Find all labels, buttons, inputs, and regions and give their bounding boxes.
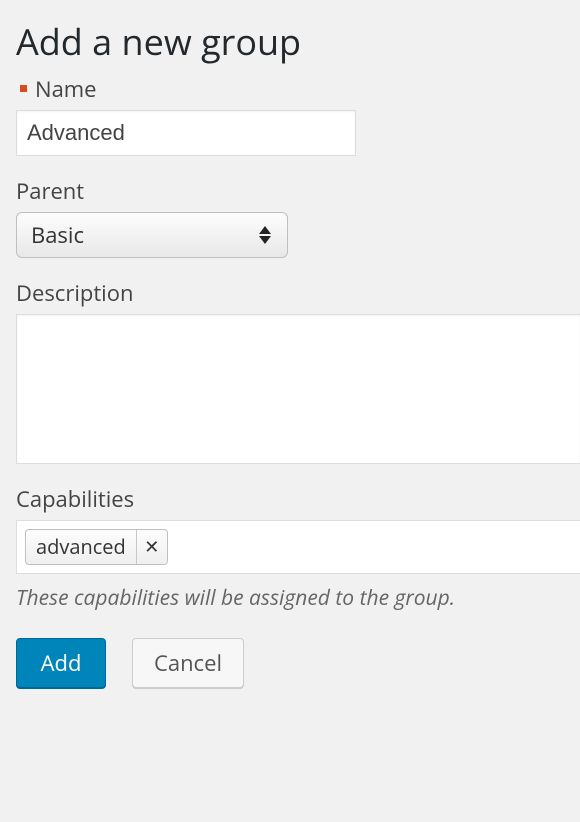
capability-chip-label: advanced <box>26 530 137 564</box>
page-title: Add a new group <box>16 22 564 62</box>
parent-select[interactable]: Basic <box>16 212 288 258</box>
field-parent: Parent Basic <box>16 176 564 258</box>
capability-chip: advanced ✕ <box>25 529 168 565</box>
remove-chip-icon[interactable]: ✕ <box>137 530 167 564</box>
name-label: Name <box>35 74 97 104</box>
field-name: Name <box>16 74 564 156</box>
capabilities-input[interactable]: advanced ✕ <box>16 520 580 574</box>
form-actions: Add Cancel <box>16 638 564 688</box>
cancel-button[interactable]: Cancel <box>132 638 244 688</box>
parent-selected-value: Basic <box>31 220 84 250</box>
name-label-row: Name <box>16 74 564 104</box>
field-description: Description <box>16 278 564 464</box>
capabilities-label: Capabilities <box>16 484 564 514</box>
select-stepper-icon <box>259 226 271 244</box>
description-label: Description <box>16 278 564 308</box>
capabilities-help-text: These capabilities will be assigned to t… <box>16 584 564 612</box>
add-button[interactable]: Add <box>16 638 106 688</box>
name-input[interactable] <box>16 110 356 156</box>
parent-label: Parent <box>16 176 564 206</box>
field-capabilities: Capabilities advanced ✕ These capabiliti… <box>16 484 564 612</box>
description-textarea[interactable] <box>16 314 580 464</box>
required-marker-icon <box>20 85 27 92</box>
